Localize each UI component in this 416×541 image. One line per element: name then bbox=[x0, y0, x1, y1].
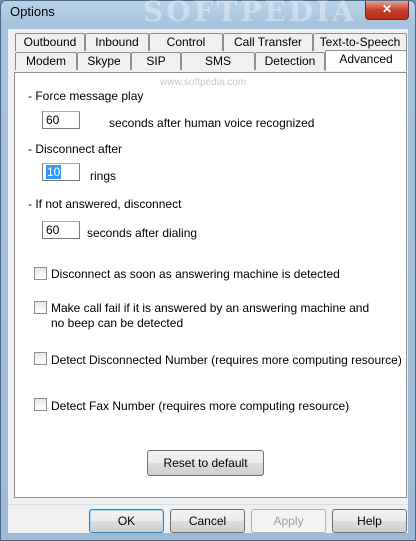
advanced-tab-panel: www.softpedia.com - Force message play 6… bbox=[14, 72, 407, 498]
softpedia-url-watermark: www.softpedia.com bbox=[160, 77, 247, 88]
cancel-button[interactable]: Cancel bbox=[170, 509, 245, 533]
close-button[interactable]: ✕ bbox=[365, 1, 409, 20]
answering-machine-disconnect-checkbox[interactable] bbox=[34, 267, 47, 280]
disconnect-after-rings-input[interactable]: 10 bbox=[42, 163, 80, 181]
not-answered-suffix: seconds after dialing bbox=[87, 226, 198, 240]
fail-no-beep-label[interactable]: Make call fail if it is answered by an a… bbox=[51, 301, 371, 331]
force-message-suffix: seconds after human voice recognized bbox=[109, 116, 315, 130]
close-icon: ✕ bbox=[381, 2, 393, 16]
tab-call-transfer[interactable]: Call Transfer bbox=[223, 33, 313, 51]
detect-disconnected-checkbox[interactable] bbox=[34, 352, 47, 365]
help-button[interactable]: Help bbox=[332, 509, 407, 533]
force-message-heading: - Force message play bbox=[28, 89, 144, 103]
tab-skype[interactable]: Skype bbox=[77, 52, 131, 70]
selected-text: 10 bbox=[46, 165, 62, 179]
detect-fax-label[interactable]: Detect Fax Number (requires more computi… bbox=[51, 399, 349, 413]
answering-machine-disconnect-label[interactable]: Disconnect as soon as answering machine … bbox=[51, 267, 340, 281]
detect-disconnected-label[interactable]: Detect Disconnected Number (requires mor… bbox=[51, 353, 402, 367]
window-title: Options bbox=[10, 4, 55, 19]
options-window: Options SOFTPEDIA ✕ Outbound Inbound Con… bbox=[0, 0, 416, 541]
tab-advanced[interactable]: Advanced bbox=[325, 50, 407, 71]
tab-control[interactable]: Control bbox=[149, 33, 223, 51]
title-bar[interactable]: Options SOFTPEDIA ✕ bbox=[1, 0, 415, 28]
not-answered-heading: - If not answered, disconnect bbox=[28, 197, 182, 211]
force-message-seconds-input[interactable]: 60 bbox=[42, 111, 80, 129]
dialog-client-area: Outbound Inbound Control Call Transfer T… bbox=[8, 29, 408, 533]
button-separator bbox=[8, 504, 408, 505]
disconnect-after-heading: - Disconnect after bbox=[28, 142, 123, 156]
ok-button[interactable]: OK bbox=[89, 509, 164, 533]
tab-inbound[interactable]: Inbound bbox=[85, 33, 149, 51]
tab-sms[interactable]: SMS bbox=[181, 52, 255, 70]
disconnect-after-suffix: rings bbox=[90, 169, 117, 183]
not-answered-seconds-input[interactable]: 60 bbox=[42, 221, 80, 239]
tab-text-to-speech[interactable]: Text-to-Speech bbox=[313, 33, 407, 51]
detect-fax-checkbox[interactable] bbox=[34, 398, 47, 411]
apply-button[interactable]: Apply bbox=[251, 509, 326, 533]
softpedia-watermark: SOFTPEDIA bbox=[143, 0, 357, 28]
tab-modem[interactable]: Modem bbox=[15, 52, 77, 70]
tab-outbound[interactable]: Outbound bbox=[15, 33, 85, 51]
fail-no-beep-checkbox[interactable] bbox=[34, 301, 47, 314]
tab-sip[interactable]: SIP bbox=[131, 52, 181, 70]
tab-detection[interactable]: Detection bbox=[255, 52, 325, 70]
reset-to-default-button[interactable]: Reset to default bbox=[147, 450, 264, 476]
